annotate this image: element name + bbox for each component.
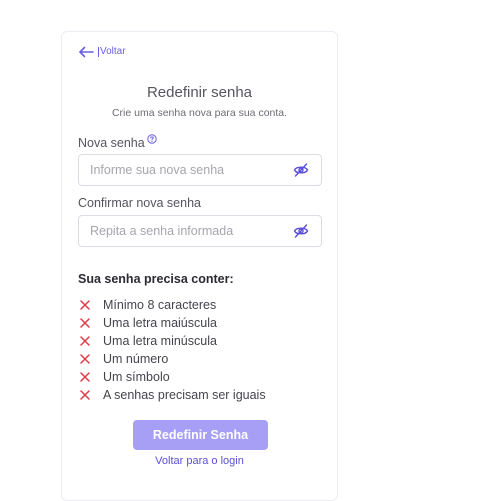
- x-icon: [80, 318, 90, 328]
- confirm-password-input[interactable]: [79, 216, 293, 246]
- requirement-item: Um número: [78, 350, 266, 368]
- requirement-label: Uma letra maiúscula: [103, 316, 217, 330]
- confirm-password-field: [78, 215, 322, 247]
- new-password-field: [78, 154, 322, 186]
- requirement-label: Um número: [103, 352, 169, 366]
- question-circle-icon[interactable]: [147, 134, 157, 144]
- page-title: Redefinir senha: [146, 84, 253, 101]
- arrow-left-icon: [79, 46, 94, 58]
- eye-off-icon[interactable]: [293, 223, 309, 239]
- requirement-item: Um símbolo: [78, 368, 266, 386]
- x-icon: [80, 336, 90, 346]
- x-icon: [80, 300, 90, 310]
- new-password-input[interactable]: [79, 155, 293, 185]
- requirements-title: Sua senha precisa conter:: [78, 272, 234, 286]
- new-password-label: Nova senha: [78, 134, 157, 150]
- page-subtitle: Crie uma senha nova para sua conta.: [111, 107, 288, 119]
- requirement-label: Um símbolo: [103, 370, 170, 384]
- back-link[interactable]: Voltar: [78, 46, 126, 58]
- requirement-label: A senhas precisam ser iguais: [103, 388, 266, 402]
- requirement-item: Uma letra maiúscula: [78, 314, 266, 332]
- x-icon: [80, 390, 90, 400]
- back-link-label: Voltar: [98, 46, 126, 57]
- new-password-label-text: Nova senha: [78, 136, 145, 150]
- requirement-item: Uma letra minúscula: [78, 332, 266, 350]
- confirm-password-label: Confirmar nova senha: [78, 196, 201, 210]
- eye-off-icon[interactable]: [293, 162, 309, 178]
- back-to-login-link[interactable]: Voltar para o login: [62, 455, 337, 467]
- requirement-item: Mínimo 8 caracteres: [78, 296, 266, 314]
- requirement-label: Mínimo 8 caracteres: [103, 298, 217, 312]
- requirement-label: Uma letra minúscula: [103, 334, 217, 348]
- reset-password-card: Voltar Redefinir senha Crie uma senha no…: [61, 31, 338, 501]
- requirement-item: A senhas precisam ser iguais: [78, 386, 266, 404]
- x-icon: [80, 354, 90, 364]
- x-icon: [80, 372, 90, 382]
- requirements-list: Mínimo 8 caracteres Uma letra maiúscula …: [78, 296, 266, 404]
- reset-password-button[interactable]: Redefinir Senha: [133, 420, 268, 450]
